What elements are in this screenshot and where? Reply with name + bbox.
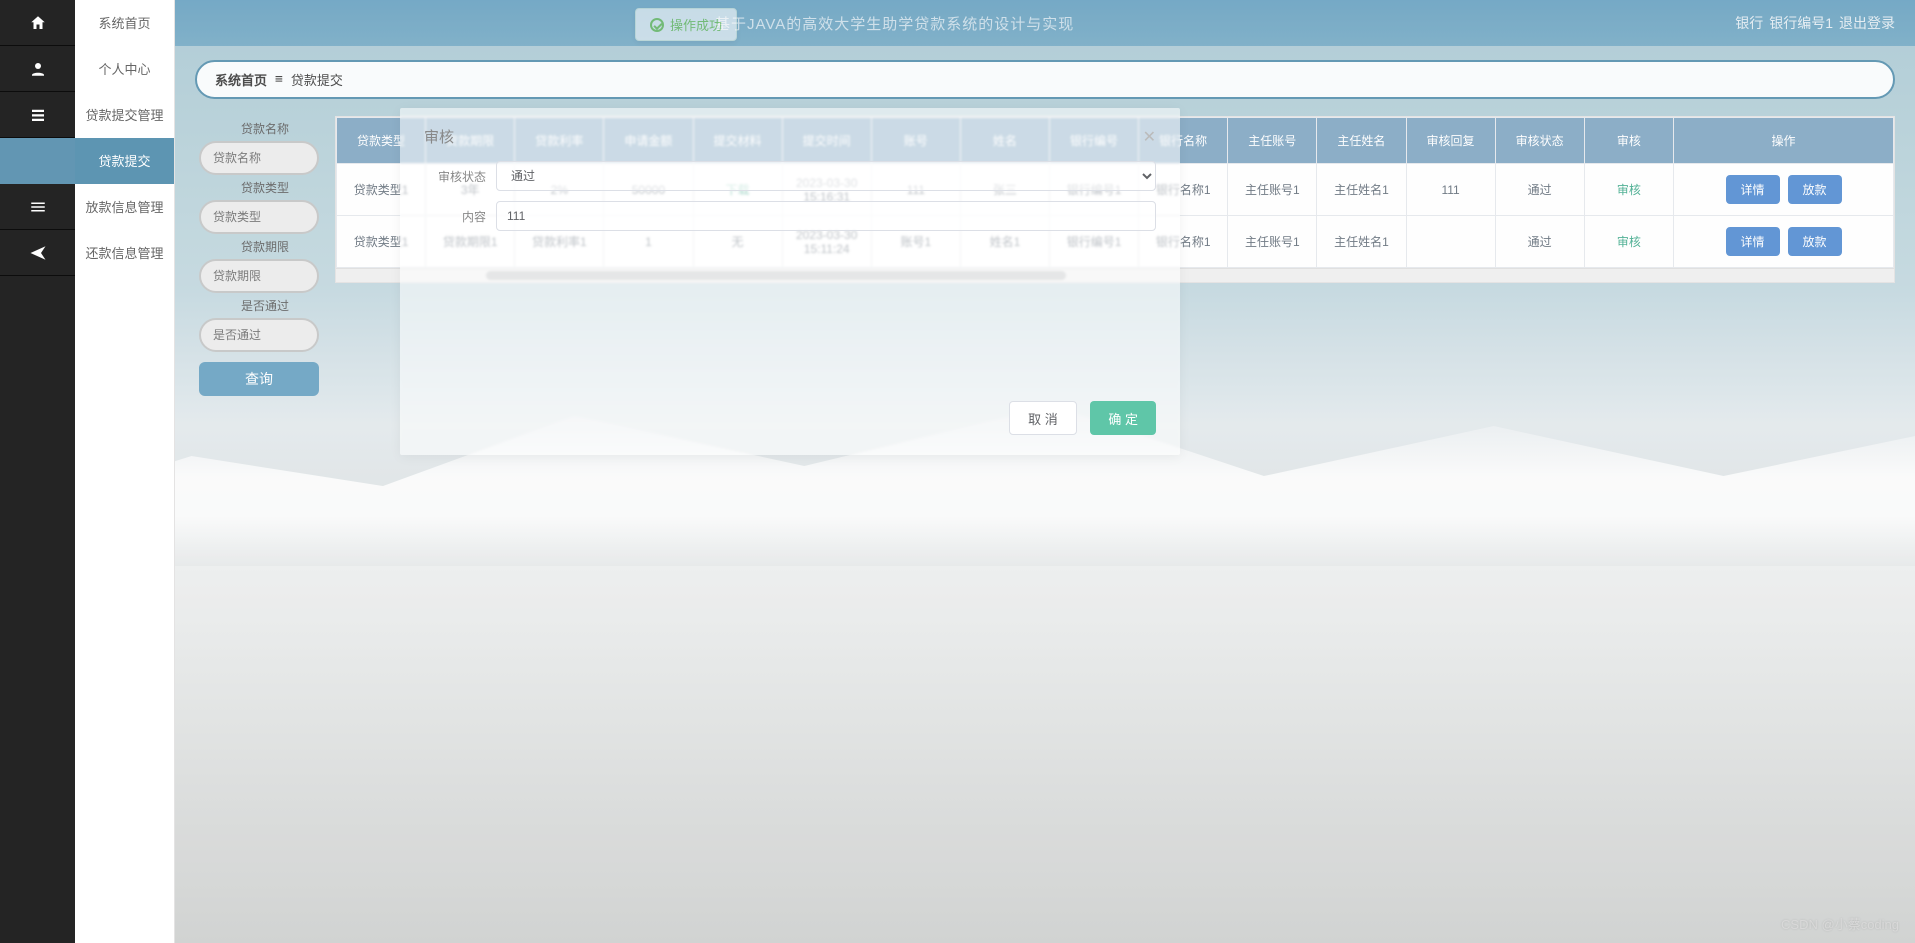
watermark: CSDN @小蔡coding (1781, 914, 1899, 933)
modal-title: 审核 (424, 126, 454, 147)
audit-modal: 审核 ✕ 审核状态 通过 内容 取 消 确 定 (400, 108, 1180, 455)
label-audit-content: 内容 (424, 208, 496, 225)
sidebar-item-repay[interactable]: 还款信息管理 (75, 230, 174, 276)
sidebar-item-loan-mgmt[interactable]: 贷款提交管理 (75, 92, 174, 138)
sidebar-item-release[interactable]: 放款信息管理 (75, 184, 174, 230)
side-submenu: 系统首页 个人中心 贷款提交管理 贷款提交 放款信息管理 还款信息管理 (75, 0, 175, 943)
label-audit-status: 审核状态 (424, 168, 496, 185)
cancel-button[interactable]: 取 消 (1009, 401, 1077, 435)
ok-button[interactable]: 确 定 (1090, 401, 1156, 435)
select-audit-status[interactable]: 通过 (496, 161, 1156, 191)
input-audit-content[interactable] (496, 201, 1156, 231)
sidebar-item-profile[interactable]: 个人中心 (75, 46, 174, 92)
close-icon[interactable]: ✕ (1143, 127, 1156, 147)
sidebar-item-home[interactable]: 系统首页 (75, 0, 174, 46)
sidebar-item-loan-submit[interactable]: 贷款提交 (75, 138, 174, 184)
